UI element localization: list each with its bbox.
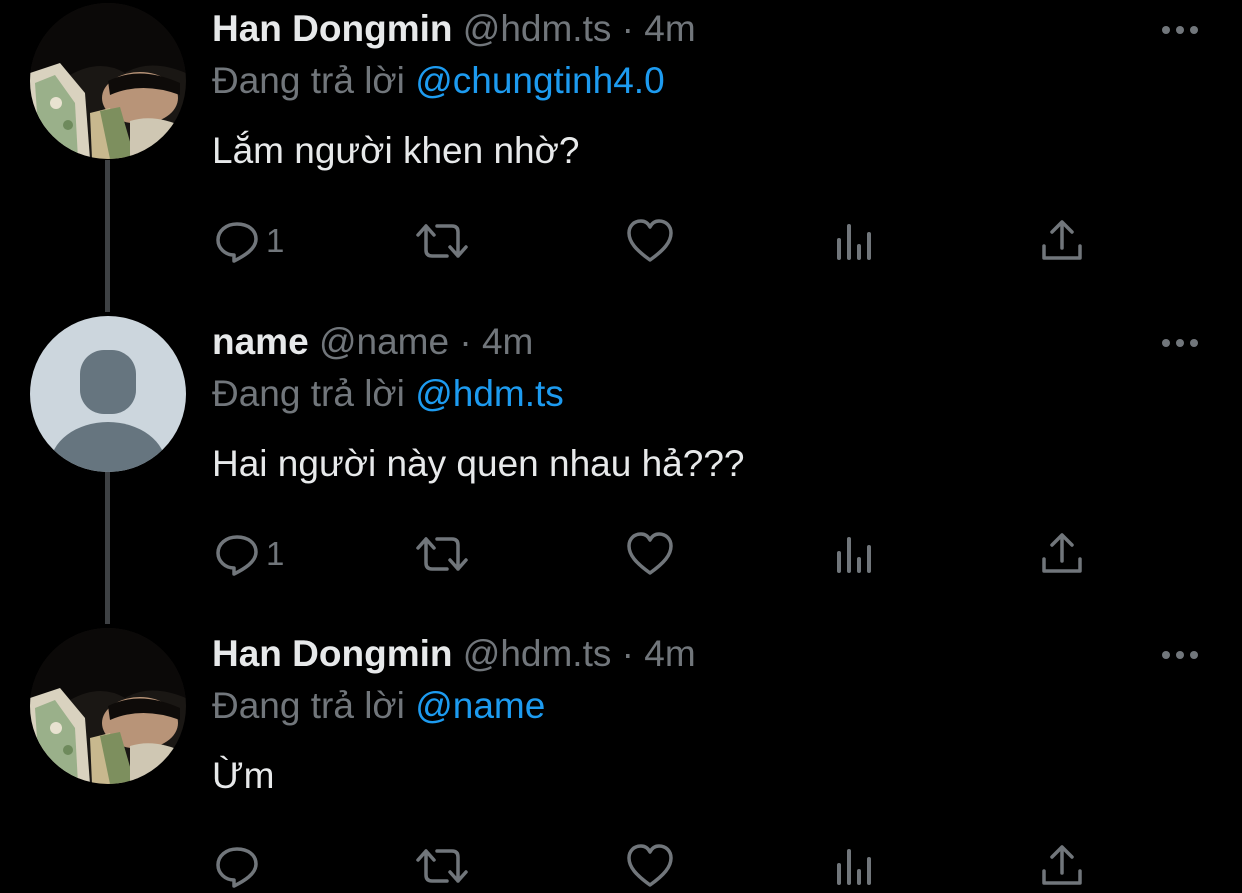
- reply-icon: [216, 847, 258, 888]
- display-name[interactable]: name: [212, 321, 309, 362]
- handle[interactable]: @hdm.ts: [463, 8, 612, 49]
- analytics-button[interactable]: [834, 528, 878, 580]
- display-name[interactable]: Han Dongmin: [212, 8, 452, 49]
- reply-button[interactable]: [214, 840, 266, 892]
- replying-to: Đang trả lời @hdm.ts: [212, 371, 564, 417]
- heart-icon: [627, 844, 673, 887]
- like-button[interactable]: [626, 528, 674, 580]
- timestamp[interactable]: 4m: [644, 633, 695, 674]
- reply-count: 1: [266, 222, 285, 259]
- handle[interactable]: @hdm.ts: [463, 633, 612, 674]
- handle[interactable]: @name: [319, 321, 449, 362]
- avatar[interactable]: [30, 316, 186, 472]
- retweet-button[interactable]: [414, 840, 470, 892]
- timestamp[interactable]: 4m: [644, 8, 695, 49]
- more-button[interactable]: [1160, 647, 1200, 663]
- more-icon: [1162, 651, 1198, 659]
- analytics-icon: [837, 849, 871, 885]
- tweet-text: Hai người này quen nhau hả???: [212, 443, 745, 484]
- share-button[interactable]: [1040, 528, 1084, 580]
- replying-to: Đang trả lời @chungtinh4.0: [212, 58, 665, 104]
- tweet-text: Ừm: [212, 755, 275, 796]
- more-button[interactable]: [1160, 22, 1200, 38]
- share-button[interactable]: [1040, 215, 1084, 267]
- reply-button[interactable]: 1: [214, 528, 284, 580]
- like-button[interactable]: [626, 840, 674, 892]
- heart-icon: [627, 219, 673, 262]
- mention-link[interactable]: @chungtinh4.0: [415, 60, 664, 101]
- more-icon: [1162, 339, 1198, 347]
- share-icon: [1042, 533, 1082, 573]
- share-icon: [1042, 220, 1082, 260]
- display-name[interactable]: Han Dongmin: [212, 633, 452, 674]
- separator: ·: [621, 8, 634, 49]
- retweet-icon: [416, 224, 468, 258]
- retweet-button[interactable]: [414, 528, 470, 580]
- action-bar: [0, 840, 1242, 892]
- separator: ·: [459, 321, 472, 362]
- tweet-header: name @name · 4m: [212, 319, 533, 365]
- retweet-icon: [416, 537, 468, 571]
- replying-to: Đang trả lời @name: [212, 683, 545, 729]
- retweet-icon: [416, 849, 468, 883]
- reply-button[interactable]: 1: [214, 215, 284, 267]
- reply-count: 1: [266, 535, 285, 572]
- more-icon: [1162, 26, 1198, 34]
- reply-icon: [216, 535, 258, 576]
- mention-link[interactable]: @hdm.ts: [415, 373, 564, 414]
- reply-prefix: Đang trả lời: [212, 60, 405, 101]
- photo-avatar: [30, 3, 186, 159]
- photo-avatar: [30, 628, 186, 784]
- reply-prefix: Đang trả lời: [212, 373, 405, 414]
- tweet-text: Lắm người khen nhờ?: [212, 130, 580, 171]
- tweet-header: Han Dongmin @hdm.ts · 4m: [212, 631, 696, 677]
- avatar[interactable]: [30, 628, 186, 784]
- reply-prefix: Đang trả lời: [212, 685, 405, 726]
- tweet-header: Han Dongmin @hdm.ts · 4m: [212, 6, 696, 52]
- separator: ·: [621, 633, 634, 674]
- action-bar: 1: [0, 528, 1242, 580]
- heart-icon: [627, 532, 673, 575]
- like-button[interactable]: [626, 215, 674, 267]
- analytics-icon: [837, 224, 871, 260]
- mention-link[interactable]: @name: [415, 685, 545, 726]
- retweet-button[interactable]: [414, 215, 470, 267]
- avatar[interactable]: [30, 3, 186, 159]
- timestamp[interactable]: 4m: [482, 321, 533, 362]
- default-avatar: [30, 316, 186, 472]
- share-button[interactable]: [1040, 840, 1084, 892]
- analytics-icon: [837, 537, 871, 573]
- more-button[interactable]: [1160, 335, 1200, 351]
- analytics-button[interactable]: [834, 840, 878, 892]
- action-bar: 1: [0, 215, 1242, 267]
- reply-icon: [216, 222, 258, 263]
- share-icon: [1042, 845, 1082, 885]
- analytics-button[interactable]: [834, 215, 878, 267]
